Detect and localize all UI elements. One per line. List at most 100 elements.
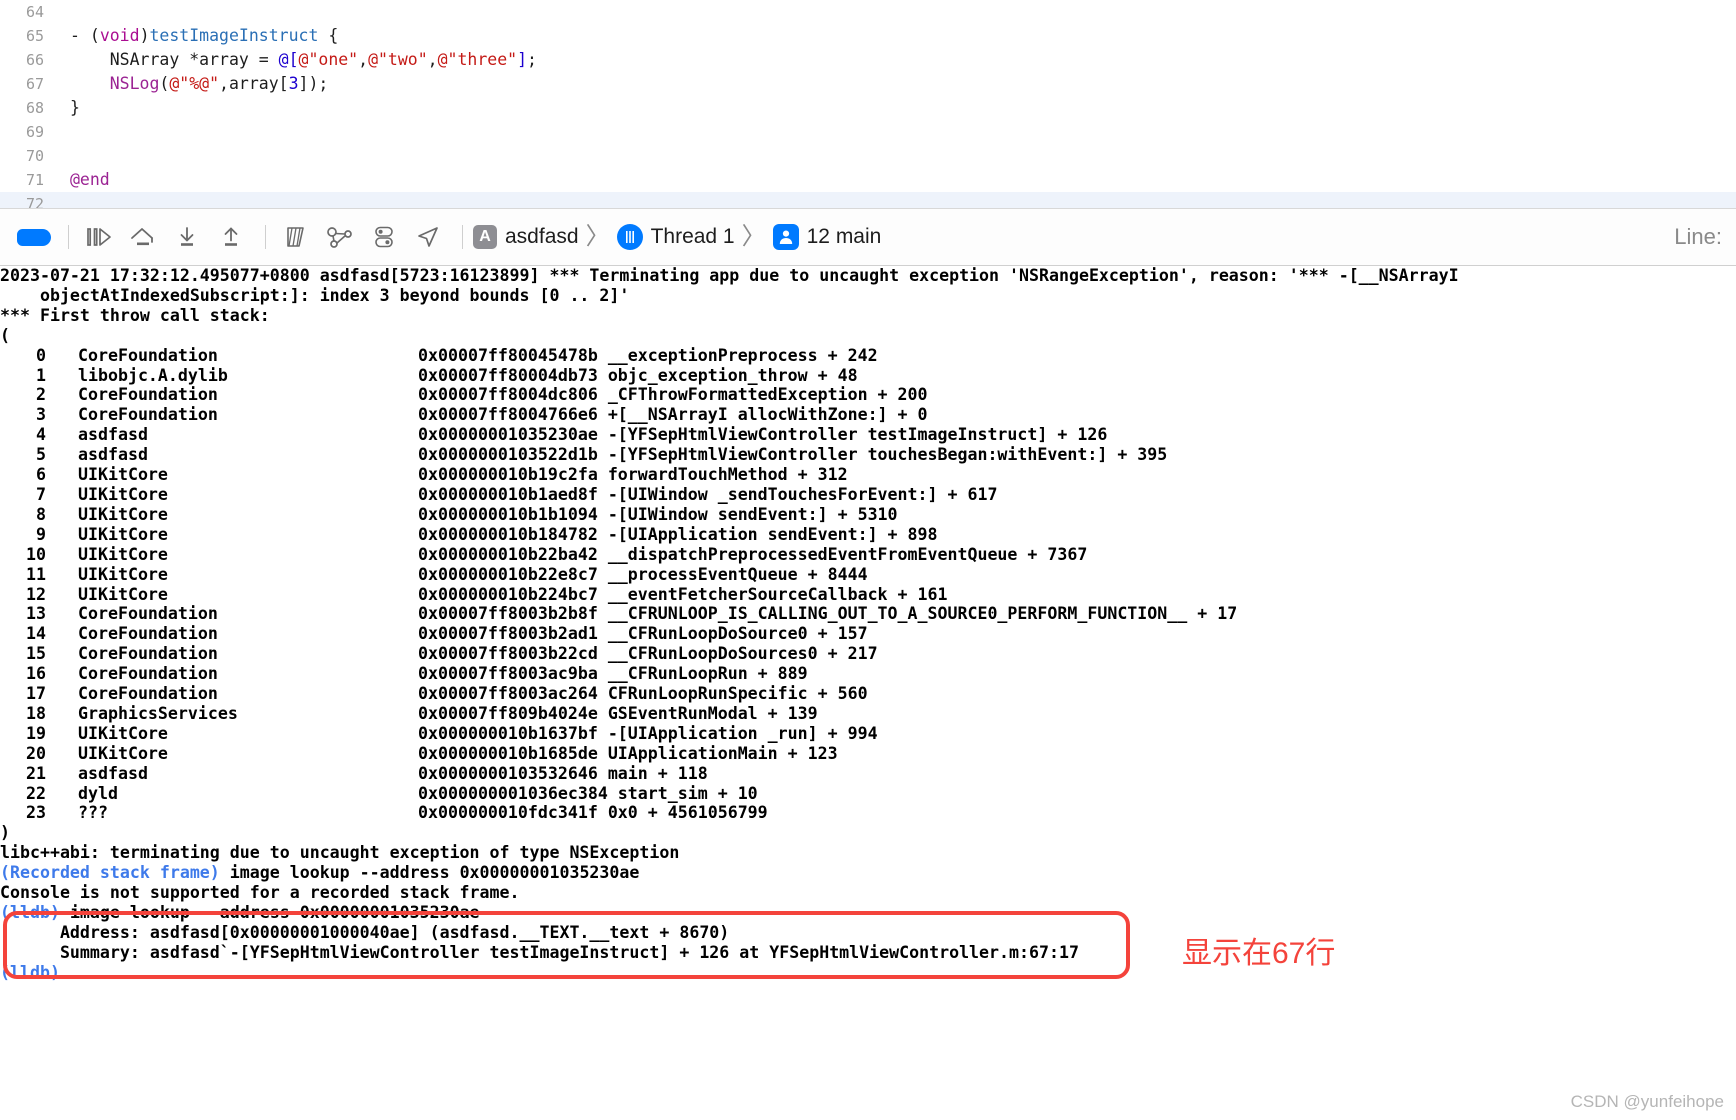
lldb-command-line[interactable]: (lldb) image lookup --address 0x00000001… [0,903,1736,923]
code-token: , [427,50,438,69]
breadcrumb[interactable]: A asdfasd 〉 Thread 1 〉 12 main [473,224,881,250]
location-icon [418,227,438,247]
stack-frame-row[interactable]: 3 CoreFoundation 0x00007ff8004766e6 +[__NS… [0,405,1736,425]
stack-frame-row[interactable]: 9 UIKitCore 0x000000010b184782 -[UIApplica… [0,525,1736,545]
code-line[interactable]: 67 NSLog(@"%@",array[3]); [0,72,1736,96]
console-line: ) [0,823,10,843]
stack-frame-index: 8 [36,504,46,524]
stack-frame-library: UIKitCore [78,743,168,763]
step-out-icon [224,227,238,246]
stack-frame-row[interactable]: 21 asdfasd 0x0000000103532646 main + 118 [0,764,1736,784]
stack-frame-symbol: 0x00007ff8003b2ad1 __CFRunLoopDoSource0 … [418,624,868,644]
stack-frame-library: UIKitCore [78,584,168,604]
stack-frame-symbol: 0x00007ff80045478b __exceptionPreprocess… [418,345,878,365]
line-number: 67 [25,75,44,93]
view-hierarchy-button[interactable] [276,220,316,254]
stack-frame-index: 6 [36,465,46,485]
stack-frame-row[interactable]: 13 CoreFoundation 0x00007ff8003b2b8f __CFR… [0,604,1736,624]
stack-frame-row[interactable]: 15 CoreFoundation 0x00007ff8003b22cd __CFR… [0,644,1736,664]
code-token-string: @"two" [368,50,428,69]
stack-frame-row[interactable]: 7 UIKitCore 0x000000010b1aed8f -[UIWindow … [0,485,1736,505]
stack-frame-index: 4 [36,425,46,445]
thread-icon [616,224,643,250]
code-content: - (void)testImageInstruct { [56,24,1736,48]
stack-frame-library: libobjc.A.dylib [78,365,228,385]
code-token: ,array[ [219,74,289,93]
console-output[interactable]: 2023-07-21 17:32:12.495077+0800 asdfasd[… [0,266,1736,1120]
stack-frame-row[interactable]: 22 dyld 0x000000001036ec384 start_sim + 10 [0,784,1736,804]
step-over-button[interactable] [123,220,163,254]
stack-frame-row[interactable]: 2 CoreFoundation 0x00007ff8004dc806 _CFThr… [0,385,1736,405]
stack-frame-symbol: 0x00007ff8003ac9ba __CFRunLoopRun + 889 [418,664,808,684]
memory-graph-button[interactable] [320,220,360,254]
code-line[interactable]: 71 @end [0,168,1736,192]
stack-frame-row[interactable]: 6 UIKitCore 0x000000010b19c2fa forwardTouc… [0,465,1736,485]
stack-frame-row[interactable]: 18 GraphicsServices 0x00007ff809b4024e GSE… [0,704,1736,724]
code-editor[interactable]: 64 65 - (void)testImageInstruct { 66 NSA… [0,0,1736,216]
console-line: ( [0,325,10,345]
stack-frame-symbol: 0x000000010b22e8c7 __processEventQueue +… [418,564,868,584]
code-line[interactable]: 64 [0,0,1736,24]
stack-frame-library: UIKitCore [78,524,168,544]
stack-frame-library: CoreFoundation [78,644,218,664]
stack-frame-row[interactable]: 20 UIKitCore 0x000000010b1685de UIApplicat… [0,744,1736,764]
stack-frame-index: 11 [26,564,46,584]
stack-frame-library: CoreFoundation [78,345,218,365]
watermark: CSDN @yunfeihope [1570,1092,1724,1111]
code-token: ]); [298,74,329,93]
stack-frame-index: 21 [26,763,46,783]
code-line[interactable]: 69 [0,120,1736,144]
stack-frame-row[interactable]: 0 CoreFoundation 0x00007ff80045478b __exce… [0,346,1736,366]
breakpoint-pill-icon [17,228,51,246]
breakpoint-toggle-button[interactable] [14,220,54,254]
stack-frame-row[interactable]: 12 UIKitCore 0x000000010b224bc7 __eventFet… [0,585,1736,605]
stack-frame-index: 13 [26,604,46,624]
stack-frame-index: 22 [26,783,46,803]
code-token-string: @"%@" [169,74,220,93]
code-line[interactable]: 65 - (void)testImageInstruct { [0,24,1736,48]
stack-frame-index: 2 [36,385,46,405]
stack-frame-row[interactable]: 16 CoreFoundation 0x00007ff8003ac9ba __CFR… [0,664,1736,684]
code-token-literal: ] [517,50,528,69]
code-line[interactable]: 66 NSArray *array = @[@"one",@"two",@"th… [0,48,1736,72]
line-number: 64 [25,3,44,21]
stack-frame-row[interactable]: 19 UIKitCore 0x000000010b1637bf -[UIApplic… [0,724,1736,744]
toolbar-divider [68,225,69,249]
thread-bars-icon [625,231,634,243]
recorded-stack-frame-label: (Recorded stack frame) [0,863,220,883]
stack-frame-row[interactable]: 14 CoreFoundation 0x00007ff8003b2ad1 __CFR… [0,624,1736,644]
line-number: 71 [25,171,44,189]
stack-frame-row[interactable]: 17 CoreFoundation 0x00007ff8003ac264 CFRun… [0,684,1736,704]
stack-frame-row[interactable]: 5 asdfasd 0x0000000103522d1b -[YFSepHtmlVi… [0,445,1736,465]
code-content: } [70,98,80,117]
environment-overrides-button[interactable] [364,220,404,254]
stack-frame-library: CoreFoundation [78,385,218,405]
console-line: 2023-07-21 17:32:12.495077+0800 asdfasd[… [0,266,1459,285]
stack-frame-row[interactable]: 11 UIKitCore 0x000000010b22e8c7 __processE… [0,565,1736,585]
step-into-button[interactable] [167,220,207,254]
stack-frame-index: 16 [26,664,46,684]
continue-icon [87,228,111,246]
code-line[interactable]: 68 } [0,96,1736,120]
stack-frame-row[interactable]: 10 UIKitCore 0x000000010b22ba42 __dispatch… [0,545,1736,565]
app-icon: A [473,225,497,249]
continue-execution-button[interactable] [79,220,119,254]
stack-frame-row[interactable]: 4 asdfasd 0x00000001035230ae -[YFSepHtmlVi… [0,425,1736,445]
stack-frame-row[interactable]: 23??? 0x000000010fdc341f 0x0 + 4561056799 [0,803,1736,823]
lldb-prompt-line[interactable]: (lldb) [0,963,1736,983]
code-line[interactable]: 70 [0,144,1736,168]
stack-frame-index: 23 [26,803,46,823]
lldb-command-text: image lookup --address 0x00000001035230a… [59,903,480,922]
stack-frame-row[interactable]: 8 UIKitCore 0x000000010b1b1094 -[UIWindow … [0,505,1736,525]
lldb-prompt: (lldb) [0,962,60,982]
stack-frame-symbol: 0x00007ff80004db73 objc_exception_throw … [418,365,858,385]
debug-toolbar[interactable]: A asdfasd 〉 Thread 1 〉 12 main Line: [0,208,1736,266]
stack-frame-row[interactable]: 1 libobjc.A.dylib 0x00007ff80004db73 objc_… [0,366,1736,386]
step-out-button[interactable] [211,220,251,254]
stack-frame-index: 15 [26,644,46,664]
simulate-location-button[interactable] [408,220,448,254]
stack-frame-symbol: 0x000000010b1b1094 -[UIWindow sendEvent:… [418,504,898,524]
code-token-directive: @end [70,170,110,189]
